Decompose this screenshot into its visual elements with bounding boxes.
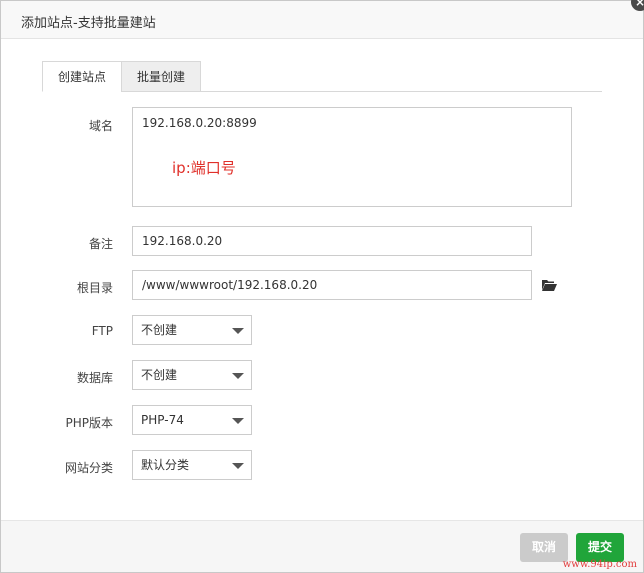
php-label: PHP版本 xyxy=(65,416,114,430)
database-label: 数据库 xyxy=(76,371,113,385)
tab-batch-create[interactable]: 批量创建 xyxy=(121,61,201,92)
note-value: 192.168.0.20 xyxy=(142,234,223,248)
domain-hint: ip:端口号 xyxy=(172,159,236,177)
database-selected: 不创建 xyxy=(141,368,178,382)
category-select[interactable]: 默认分类 xyxy=(132,450,252,480)
submit-button[interactable]: 提交 xyxy=(576,533,624,562)
folder-open-icon[interactable] xyxy=(541,278,557,292)
root-dir-value: /www/wwwroot/192.168.0.20 xyxy=(142,278,318,292)
domain-label: 域名 xyxy=(88,119,113,133)
add-site-dialog: 添加站点-支持批量建站 × 创建站点 批量创建 域名 192.168.0.20:… xyxy=(0,0,644,573)
database-select[interactable]: 不创建 xyxy=(132,360,252,390)
chevron-down-icon xyxy=(232,373,244,379)
ftp-label: FTP xyxy=(91,324,113,338)
domain-value: 192.168.0.20:8899 xyxy=(142,116,257,130)
watermark-text: www.94ip.com xyxy=(562,559,637,570)
category-label: 网站分类 xyxy=(64,461,113,475)
chevron-down-icon xyxy=(232,463,244,469)
root-dir-input[interactable]: /www/wwwroot/192.168.0.20 xyxy=(132,270,532,300)
php-selected: PHP-74 xyxy=(141,413,184,427)
note-input[interactable]: 192.168.0.20 xyxy=(132,226,532,256)
chevron-down-icon xyxy=(232,328,244,334)
root-label: 根目录 xyxy=(76,281,113,295)
dialog-title: 添加站点-支持批量建站 xyxy=(21,16,156,31)
tab-create-site[interactable]: 创建站点 xyxy=(42,61,122,92)
php-version-select[interactable]: PHP-74 xyxy=(132,405,252,435)
note-label: 备注 xyxy=(88,237,113,251)
tab-bar: 创建站点 批量创建 xyxy=(42,61,602,92)
cancel-button[interactable]: 取消 xyxy=(520,533,568,562)
dialog-footer: 取消 提交 xyxy=(1,520,643,572)
ftp-select[interactable]: 不创建 xyxy=(132,315,252,345)
chevron-down-icon xyxy=(232,418,244,424)
category-selected: 默认分类 xyxy=(141,458,190,472)
dialog-title-bar: 添加站点-支持批量建站 xyxy=(1,1,643,39)
ftp-selected: 不创建 xyxy=(141,323,178,337)
